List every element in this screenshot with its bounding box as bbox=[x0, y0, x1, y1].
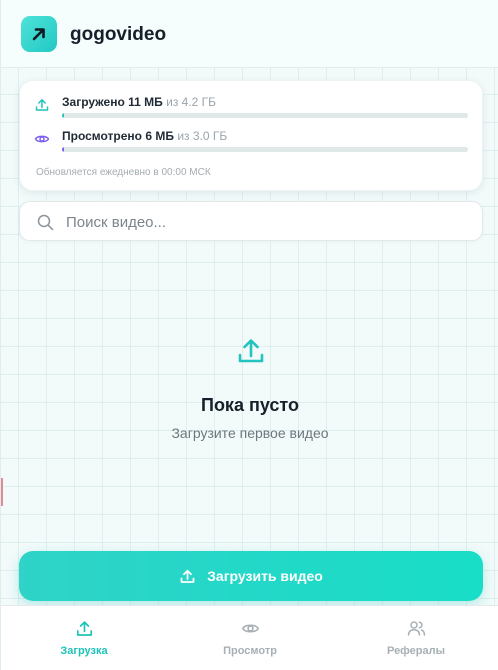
search-input[interactable] bbox=[66, 210, 466, 234]
nav-label-view: Просмотр bbox=[223, 645, 277, 657]
bottom-nav: Загрузка Просмотр Рефералы bbox=[1, 605, 498, 670]
arrow-up-right-icon bbox=[32, 28, 45, 41]
eye-icon bbox=[34, 135, 50, 143]
nav-label-referrals: Рефералы bbox=[387, 645, 445, 657]
upload-icon bbox=[180, 569, 195, 583]
header: gogovideo bbox=[1, 0, 498, 68]
upload-quota-text: Загружено 11 МБ из 4.2 ГБ bbox=[62, 95, 216, 109]
view-quota-fill bbox=[62, 147, 65, 152]
app-root: gogovideo Загружено 11 МБ из 4.2 ГБ Прос… bbox=[0, 0, 498, 670]
app-title: gogovideo bbox=[70, 24, 167, 45]
search-box[interactable] bbox=[19, 201, 483, 241]
view-quota-label: Просмотрено 6 МБ bbox=[62, 129, 174, 143]
upload-video-button-label: Загрузить видео bbox=[207, 568, 323, 584]
empty-state-subtitle: Загрузите первое видео bbox=[171, 425, 329, 441]
empty-upload-icon bbox=[238, 339, 264, 363]
upload-icon bbox=[76, 621, 93, 636]
search-icon bbox=[37, 214, 54, 231]
nav-item-upload[interactable]: Загрузка bbox=[1, 606, 167, 670]
upload-icon bbox=[35, 99, 49, 111]
logo bbox=[21, 16, 57, 52]
view-quota-bar bbox=[62, 147, 468, 152]
upload-quota-fill bbox=[62, 113, 65, 118]
upload-quota-limit: из 4.2 ГБ bbox=[166, 95, 217, 109]
upload-quota-bar bbox=[62, 113, 468, 118]
nav-item-view[interactable]: Просмотр bbox=[167, 606, 333, 670]
edge-marker bbox=[1, 478, 3, 506]
upload-video-button[interactable]: Загрузить видео bbox=[19, 551, 483, 601]
nav-item-referrals[interactable]: Рефералы bbox=[333, 606, 498, 670]
users-icon bbox=[407, 621, 426, 636]
empty-state-title: Пока пусто bbox=[201, 395, 299, 415]
nav-label-upload: Загрузка bbox=[60, 645, 108, 657]
view-quota-text: Просмотрено 6 МБ из 3.0 ГБ bbox=[62, 129, 227, 143]
eye-icon bbox=[242, 624, 259, 633]
quota-card: Загружено 11 МБ из 4.2 ГБ Просмотрено 6 … bbox=[19, 80, 483, 191]
quota-update-note: Обновляется ежедневно в 00:00 МСК bbox=[36, 167, 211, 178]
view-quota-limit: из 3.0 ГБ bbox=[177, 129, 228, 143]
upload-quota-label: Загружено 11 МБ bbox=[62, 95, 163, 109]
